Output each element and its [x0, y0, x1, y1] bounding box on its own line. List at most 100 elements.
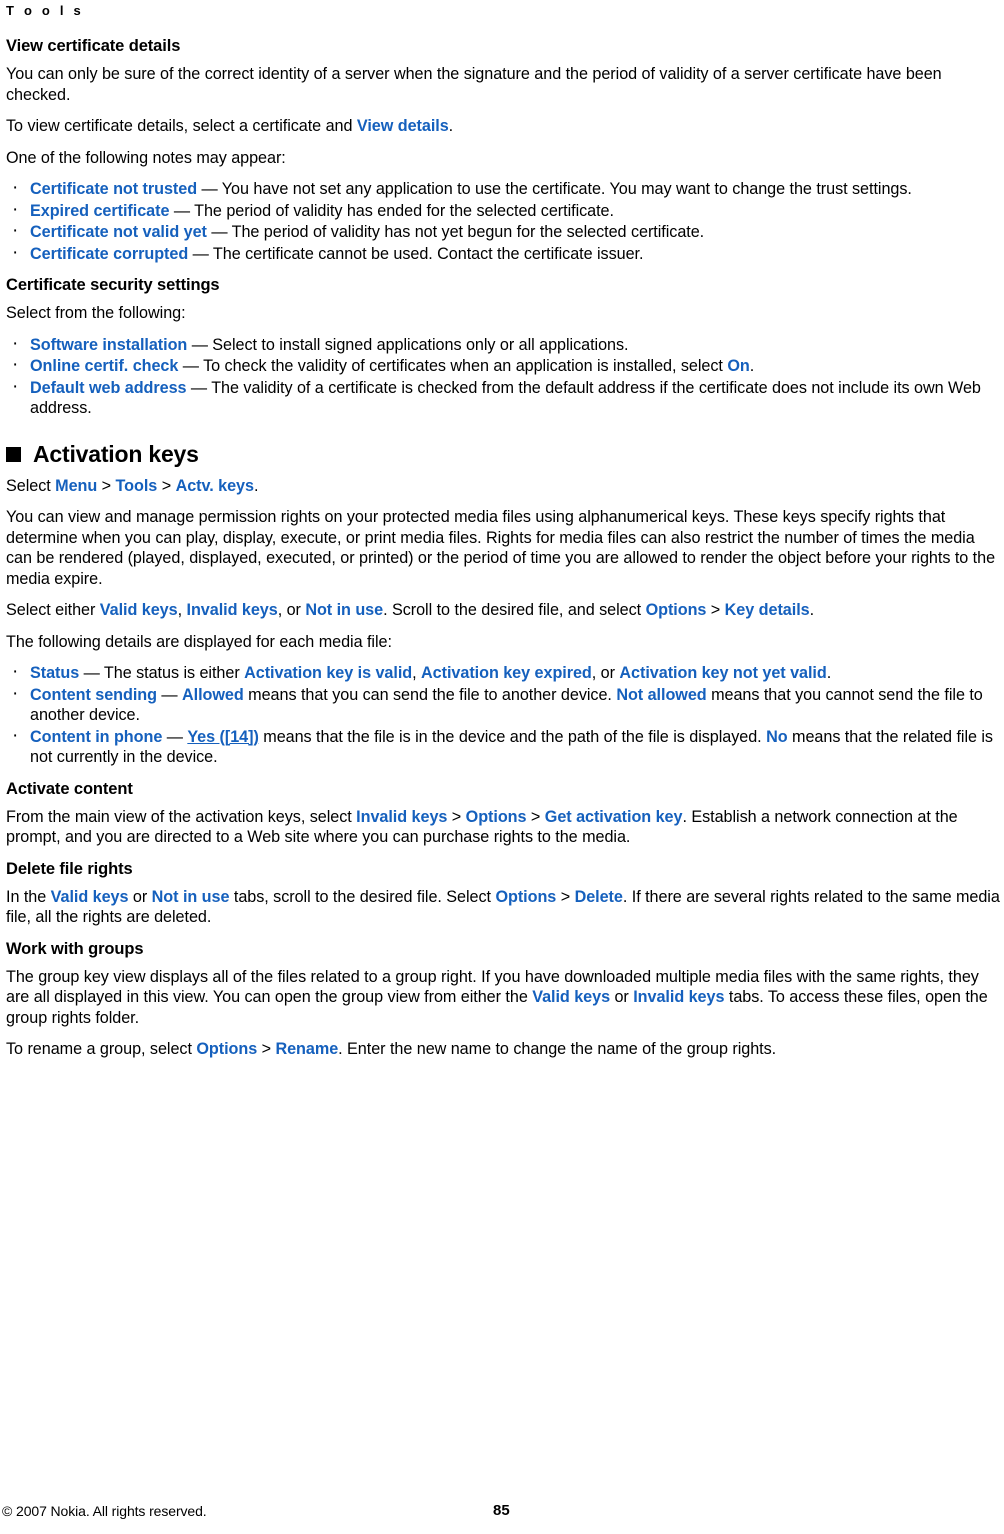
- text-fragment: — The period of validity has ended for t…: [169, 201, 614, 220]
- paragraph-server-identity: You can only be sure of the correct iden…: [6, 65, 942, 104]
- link-view-details[interactable]: View details: [357, 117, 449, 135]
- link-not-in-use[interactable]: Not in use: [305, 601, 383, 619]
- link-actv-keys[interactable]: Actv. keys: [176, 477, 254, 495]
- list-item: Software installation — Select to instal…: [6, 334, 1004, 356]
- text-fragment: — The certificate cannot be used. Contac…: [192, 244, 644, 263]
- heading-certificate-security-settings: Certificate security settings: [6, 276, 220, 294]
- value-activation-key-is-valid[interactable]: Activation key is valid: [244, 664, 412, 682]
- link-valid-keys[interactable]: Valid keys: [51, 888, 129, 906]
- text-fragment: or: [610, 988, 634, 1006]
- list-item: Status — The status is either Activation…: [6, 662, 1004, 684]
- running-header: T o o l s: [6, 3, 84, 18]
- link-on-value[interactable]: On: [727, 357, 749, 375]
- text-fragment: —: [156, 685, 182, 704]
- text-fragment: Select: [6, 476, 56, 495]
- paragraph-menu-path: Select Menu > Tools > Actv. keys.: [6, 476, 1004, 497]
- text-fragment: .: [448, 117, 454, 135]
- link-tools[interactable]: Tools: [116, 477, 158, 495]
- link-certificate-not-trusted[interactable]: Certificate not trusted: [30, 180, 197, 198]
- paragraph-group-key-view: The group key view displays all of the f…: [6, 967, 1004, 1029]
- text-fragment: , or: [277, 601, 306, 619]
- list-certificate-security-settings: Software installation — Select to instal…: [6, 334, 1004, 419]
- heading-activation-keys: Activation keys: [6, 441, 1004, 467]
- link-options[interactable]: Options: [495, 888, 556, 906]
- paragraph-view-details: To view certificate details, select a ce…: [6, 116, 1004, 137]
- link-valid-keys[interactable]: Valid keys: [100, 601, 178, 619]
- link-key-details[interactable]: Key details: [725, 601, 810, 619]
- value-not-allowed[interactable]: Not allowed: [616, 686, 706, 704]
- link-delete[interactable]: Delete: [575, 888, 623, 906]
- text-fragment: . Enter the new name to change the name …: [338, 1040, 777, 1058]
- list-item: Certificate not trusted — You have not s…: [6, 178, 1004, 200]
- link-content-sending[interactable]: Content sending: [30, 686, 157, 704]
- link-options[interactable]: Options: [466, 808, 527, 826]
- value-allowed[interactable]: Allowed: [182, 686, 244, 704]
- text-fragment: .: [253, 476, 259, 495]
- list-item: Certificate corrupted — The certificate …: [6, 243, 1004, 265]
- link-certificate-corrupted[interactable]: Certificate corrupted: [30, 245, 193, 263]
- text-fragment: tabs, scroll to the desired file. Select: [229, 887, 496, 906]
- page-content: View certificate details You can only be…: [4, 22, 1004, 1060]
- text-fragment: — To check the validity of certificates …: [178, 357, 728, 375]
- text-fragment: — Select to install signed applications …: [187, 335, 629, 354]
- paragraph-details-intro: The following details are displayed for …: [6, 632, 392, 651]
- link-invalid-keys[interactable]: Invalid keys: [633, 988, 724, 1006]
- link-certificate-not-valid-yet[interactable]: Certificate not valid yet: [30, 223, 207, 241]
- link-software-installation[interactable]: Software installation: [30, 336, 187, 354]
- link-default-web-address[interactable]: Default web address: [30, 379, 187, 397]
- text-fragment: .: [826, 664, 832, 682]
- list-item: Expired certificate — The period of vali…: [6, 200, 1004, 222]
- path-separator: >: [257, 1040, 276, 1058]
- value-no[interactable]: No: [766, 728, 788, 746]
- link-expired-certificate[interactable]: Expired certificate: [30, 202, 169, 220]
- text-fragment: , or: [591, 664, 620, 682]
- list-item: Content sending — Allowed means that you…: [6, 684, 1004, 726]
- heading-text: Activation keys: [33, 440, 199, 467]
- link-options[interactable]: Options: [646, 601, 707, 619]
- path-separator: >: [97, 476, 116, 495]
- copyright-notice: © 2007 Nokia. All rights reserved.: [2, 1503, 207, 1519]
- paragraph-activation-keys-overview: You can view and manage permission right…: [6, 508, 996, 588]
- list-item: Content in phone — Yes ([14]) means that…: [6, 726, 1004, 768]
- link-status[interactable]: Status: [30, 664, 79, 682]
- link-get-activation-key[interactable]: Get activation key: [545, 808, 683, 826]
- heading-view-certificate-details: View certificate details: [6, 37, 181, 55]
- paragraph-select-following: Select from the following:: [6, 304, 186, 322]
- path-separator: >: [556, 887, 575, 906]
- text-fragment: From the main view of the activation key…: [6, 807, 357, 826]
- text-fragment: In the: [6, 887, 51, 906]
- paragraph-rename-group: To rename a group, select Options > Rena…: [6, 1039, 1004, 1060]
- link-not-in-use[interactable]: Not in use: [152, 888, 230, 906]
- list-item: Default web address — The validity of a …: [6, 377, 1004, 419]
- square-bullet-icon: [6, 447, 21, 462]
- link-menu[interactable]: Menu: [55, 477, 97, 495]
- page-number: 85: [493, 1502, 510, 1519]
- page-footer: © 2007 Nokia. All rights reserved. 85: [0, 1502, 1004, 1522]
- text-fragment: Select either: [6, 601, 100, 619]
- link-options[interactable]: Options: [196, 1040, 257, 1058]
- path-separator: >: [157, 476, 176, 495]
- link-valid-keys[interactable]: Valid keys: [532, 988, 610, 1006]
- link-online-certif-check[interactable]: Online certif. check: [30, 357, 178, 375]
- text-fragment: means that the file is in the device and…: [258, 727, 767, 746]
- link-invalid-keys[interactable]: Invalid keys: [356, 808, 447, 826]
- path-separator: >: [526, 807, 545, 826]
- heading-work-with-groups: Work with groups: [6, 939, 144, 958]
- list-item: Online certif. check — To check the vali…: [6, 355, 1004, 377]
- link-invalid-keys[interactable]: Invalid keys: [187, 601, 278, 619]
- paragraph-activate-content: From the main view of the activation key…: [6, 807, 1004, 848]
- text-fragment: . Scroll to the desired file, and select: [383, 601, 646, 619]
- value-activation-key-expired[interactable]: Activation key expired: [421, 664, 592, 682]
- link-rename[interactable]: Rename: [275, 1040, 338, 1058]
- text-fragment: — The period of validity has not yet beg…: [206, 223, 705, 241]
- text-fragment: means that you can send the file to anot…: [243, 685, 617, 704]
- text-fragment: — You have not set any application to us…: [197, 180, 912, 198]
- value-activation-key-not-yet-valid[interactable]: Activation key not yet valid: [619, 664, 826, 682]
- list-certificate-notes: Certificate not trusted — You have not s…: [6, 178, 1004, 265]
- heading-activate-content: Activate content: [6, 779, 133, 798]
- list-item: Certificate not valid yet — The period o…: [6, 221, 1004, 243]
- crossref-yes-page-14[interactable]: Yes ([14]): [187, 728, 259, 746]
- text-fragment: .: [749, 357, 755, 375]
- link-content-in-phone[interactable]: Content in phone: [30, 728, 162, 746]
- text-fragment: ,: [177, 601, 187, 619]
